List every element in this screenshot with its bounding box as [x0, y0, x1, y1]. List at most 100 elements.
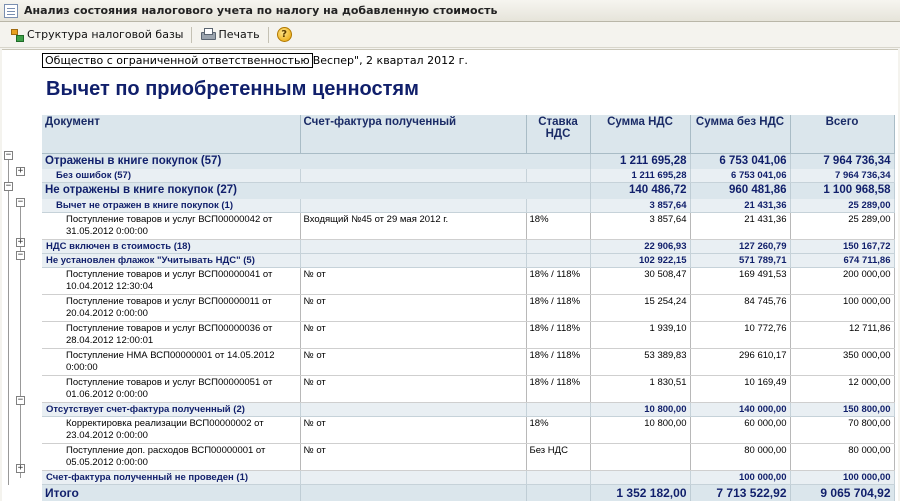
total-cell: 25 289,00: [790, 198, 895, 213]
toolbar-separator: [267, 26, 269, 43]
table-header-row: Документ Счет-фактура полученный Ставка …: [42, 115, 895, 154]
rate-cell: 18% / 118%: [526, 267, 591, 295]
vat-sum-cell: [590, 470, 691, 485]
group-row[interactable]: Не установлен флажок "Учитывать НДС" (5)…: [42, 253, 895, 268]
col-header-sum-without-vat: Сумма без НДС: [690, 115, 791, 154]
sum-without-vat-cell: 296 610,17: [690, 348, 791, 376]
doc-cell: Поступление НМА ВСП00000001 от 14.05.201…: [42, 348, 301, 376]
sum-without-vat-cell: 21 431,36: [690, 198, 791, 213]
invoice-cell: [300, 239, 527, 254]
help-button[interactable]: ?: [273, 25, 296, 44]
structure-label: Структура налоговой базы: [27, 28, 184, 41]
table-row[interactable]: Поступление товаров и услуг ВСП00000036 …: [42, 321, 895, 349]
invoice-cell: Входящий №45 от 29 мая 2012 г.: [300, 212, 527, 240]
sum-without-vat-cell: 140 000,00: [690, 402, 791, 417]
table-row[interactable]: Поступление НМА ВСП00000001 от 14.05.201…: [42, 348, 895, 376]
sum-without-vat-cell: 6 753 041,06: [690, 169, 791, 183]
total-grand: 9 065 704,92: [790, 483, 895, 501]
rate-cell: 18% / 118%: [526, 348, 591, 376]
organization-line: Общество с ограниченной ответственностью…: [42, 53, 468, 68]
rate-cell: [526, 198, 591, 213]
invoice-cell: № от: [300, 443, 527, 471]
total-cell: 70 800,00: [790, 416, 895, 444]
col-header-vat-sum: Сумма НДС: [590, 115, 691, 154]
doc-cell: Отражены в книге покупок (57): [42, 153, 591, 169]
doc-cell: НДС включен в стоимость (18): [42, 239, 301, 254]
table-row[interactable]: Корректировка реализации ВСП00000002 от …: [42, 416, 895, 444]
total-cell-rate: [526, 483, 591, 501]
sum-without-vat-cell: 960 481,86: [690, 182, 791, 199]
sum-without-vat-cell: 571 789,71: [690, 253, 791, 268]
rate-cell: 18%: [526, 416, 591, 444]
group-row[interactable]: Отсутствует счет-фактура полученный (2) 1…: [42, 402, 895, 417]
organization-cell[interactable]: Общество с ограниченной ответственностью: [42, 53, 313, 68]
collapse-toggle-no-invoice[interactable]: −: [16, 396, 25, 405]
invoice-cell: № от: [300, 416, 527, 444]
collapse-toggle-deduction[interactable]: −: [16, 198, 25, 207]
vat-sum-cell: 30 508,47: [590, 267, 691, 295]
vat-sum-cell: 1 211 695,28: [590, 153, 691, 169]
doc-cell: Счет-фактура полученный не проведен (1): [42, 470, 301, 485]
print-label: Печать: [218, 28, 260, 41]
rate-cell: 18%: [526, 212, 591, 240]
doc-cell: Вычет не отражен в книге покупок (1): [42, 198, 301, 213]
invoice-cell: № от: [300, 375, 527, 403]
vat-sum-cell: 10 800,00: [590, 416, 691, 444]
total-cell-invoice: [300, 483, 527, 501]
toolbar: Структура налоговой базы Печать ?: [0, 22, 900, 48]
report-sheet[interactable]: − + − − + − − + Общество с ограниченной …: [2, 49, 898, 501]
table-row[interactable]: Поступление товаров и услуг ВСП00000041 …: [42, 267, 895, 295]
vat-sum-cell: 10 800,00: [590, 402, 691, 417]
rate-cell: [526, 402, 591, 417]
table-row[interactable]: Поступление товаров и услуг ВСП00000051 …: [42, 375, 895, 403]
structure-button[interactable]: Структура налоговой базы: [6, 26, 187, 44]
sum-without-vat-cell: 127 260,79: [690, 239, 791, 254]
col-header-total: Всего: [790, 115, 895, 154]
doc-cell: Отсутствует счет-фактура полученный (2): [42, 402, 301, 417]
sum-without-vat-cell: 10 169,49: [690, 375, 791, 403]
collapse-toggle-no-flag[interactable]: −: [16, 251, 25, 260]
group-row[interactable]: Вычет не отражен в книге покупок (1) 3 85…: [42, 198, 895, 213]
vat-sum-cell: 15 254,24: [590, 294, 691, 322]
doc-cell: Поступление товаров и услуг ВСП00000036 …: [42, 321, 301, 349]
total-cell: 12 711,86: [790, 321, 895, 349]
rate-cell: 18% / 118%: [526, 375, 591, 403]
print-button[interactable]: Печать: [196, 26, 263, 43]
total-label: Итого: [42, 483, 301, 501]
expand-toggle-no-errors[interactable]: +: [16, 167, 25, 176]
expand-toggle-not-posted[interactable]: +: [16, 464, 25, 473]
doc-cell: Поступление товаров и услуг ВСП00000041 …: [42, 267, 301, 295]
rate-cell: 18% / 118%: [526, 294, 591, 322]
report-table: Документ Счет-фактура полученный Ставка …: [42, 115, 895, 501]
sum-without-vat-cell: 10 772,76: [690, 321, 791, 349]
tree-gutter: − + − − + − − +: [2, 50, 40, 501]
group-row[interactable]: НДС включен в стоимость (18) 22 906,93 127…: [42, 239, 895, 254]
invoice-cell: [300, 169, 527, 183]
sum-without-vat-cell: 80 000,00: [690, 443, 791, 471]
sum-without-vat-cell: 169 491,53: [690, 267, 791, 295]
collapse-toggle-not-reflected[interactable]: −: [4, 182, 13, 191]
invoice-cell: № от: [300, 321, 527, 349]
toolbar-separator: [191, 26, 193, 43]
expand-toggle-vat-in-cost[interactable]: +: [16, 238, 25, 247]
total-sum-without-vat: 7 713 522,92: [690, 483, 791, 501]
group-row[interactable]: Не отражены в книге покупок (27) 140 486,…: [42, 182, 895, 199]
group-row[interactable]: Отражены в книге покупок (57) 1 211 695,2…: [42, 153, 895, 169]
invoice-cell: [300, 198, 527, 213]
vat-sum-cell: 1 939,10: [590, 321, 691, 349]
total-cell: 80 000,00: [790, 443, 895, 471]
total-cell: 150 167,72: [790, 239, 895, 254]
vat-sum-cell: 53 389,83: [590, 348, 691, 376]
group-row[interactable]: Без ошибок (57) 1 211 695,28 6 753 041,06 7…: [42, 169, 895, 183]
rate-cell: [526, 239, 591, 254]
total-cell: 350 000,00: [790, 348, 895, 376]
total-cell: 7 964 736,34: [790, 153, 895, 169]
group-row[interactable]: Счет-фактура полученный не проведен (1) 1…: [42, 470, 895, 485]
doc-cell: Без ошибок (57): [42, 169, 301, 183]
collapse-toggle-reflected[interactable]: −: [4, 151, 13, 160]
table-row[interactable]: Поступление доп. расходов ВСП00000001 от…: [42, 443, 895, 471]
table-row[interactable]: Поступление товаров и услуг ВСП00000011 …: [42, 294, 895, 322]
table-row[interactable]: Поступление товаров и услуг ВСП00000042 …: [42, 212, 895, 240]
total-cell: 12 000,00: [790, 375, 895, 403]
rate-cell: Без НДС: [526, 443, 591, 471]
